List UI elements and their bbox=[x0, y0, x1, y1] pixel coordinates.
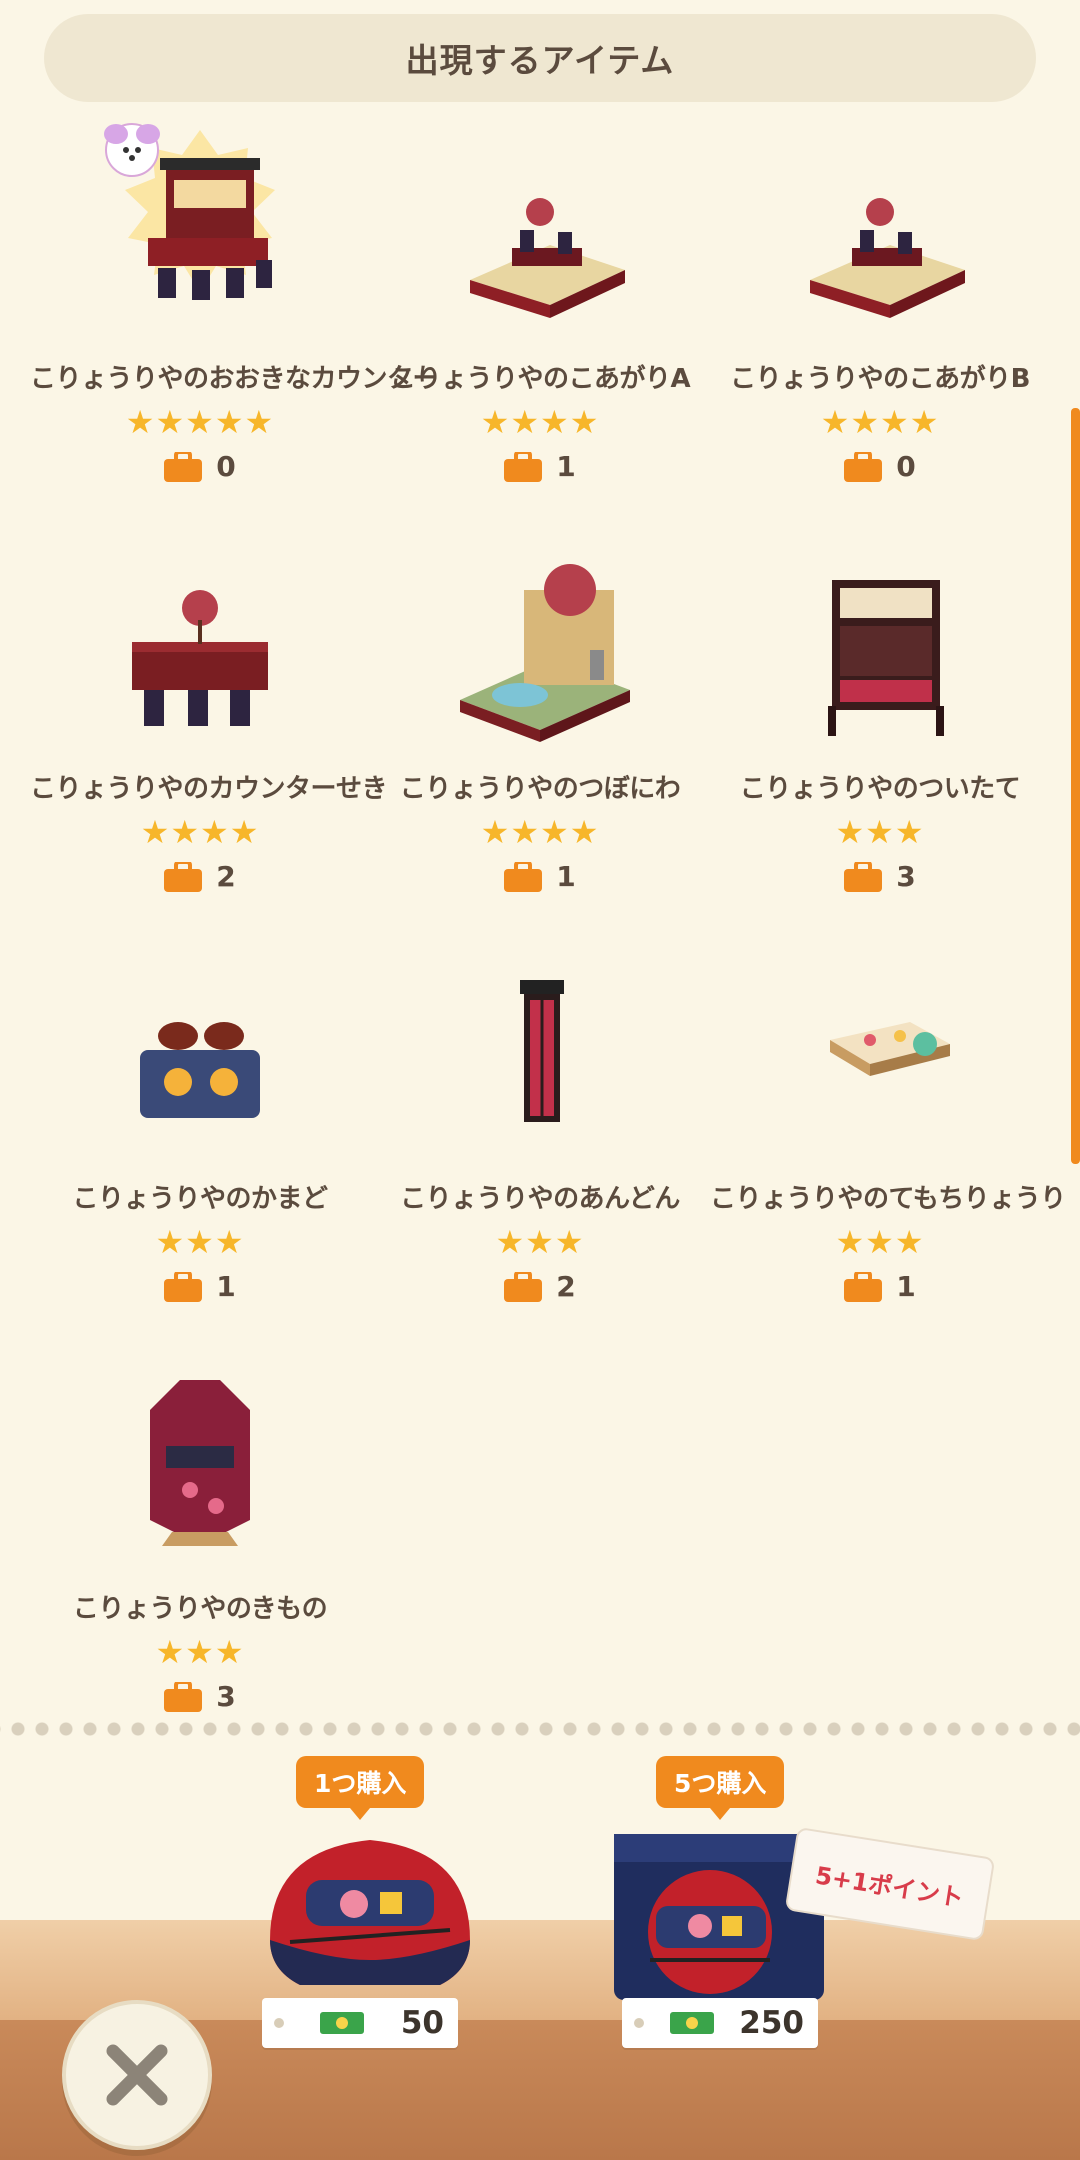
rating-stars: ★★★ bbox=[495, 1223, 585, 1261]
owned-count-value: 3 bbox=[896, 860, 916, 893]
bag-icon bbox=[844, 451, 883, 482]
owned-count-value: 1 bbox=[556, 860, 576, 893]
rating-stars: ★★★★ bbox=[480, 813, 600, 851]
owned-count: 2 bbox=[30, 860, 370, 893]
owned-count-value: 1 bbox=[556, 450, 576, 483]
raised-floor-icon bbox=[470, 198, 625, 318]
owned-count: 3 bbox=[710, 860, 1050, 893]
item-name: こりょうりやのおおきなカウンター bbox=[30, 364, 439, 394]
counter-seat-icon bbox=[132, 590, 268, 726]
leaf-ticket-icon bbox=[320, 2012, 365, 2034]
rating-stars: ★★★★ bbox=[140, 813, 260, 851]
bag-icon bbox=[164, 1681, 203, 1712]
bag-icon bbox=[844, 1271, 883, 1302]
stove-icon bbox=[140, 1022, 260, 1118]
courtyard-icon bbox=[460, 564, 630, 742]
owned-count: 2 bbox=[370, 1270, 710, 1303]
price-five: 250 bbox=[622, 1998, 818, 2048]
price-five-value: 250 bbox=[739, 2005, 804, 2041]
rating-stars: ★★★★ bbox=[820, 403, 940, 441]
rating-stars: ★★★★ bbox=[480, 403, 600, 441]
screen-icon bbox=[828, 580, 944, 736]
owned-count-value: 2 bbox=[556, 1270, 576, 1303]
price-dot bbox=[634, 2018, 644, 2028]
rating-stars: ★★★ bbox=[155, 1223, 245, 1261]
price-dot bbox=[274, 2018, 284, 2028]
owned-count: 3 bbox=[30, 1680, 370, 1713]
kimono-icon bbox=[150, 1380, 250, 1546]
lantern-icon bbox=[520, 980, 564, 1122]
rating-stars: ★★★ bbox=[835, 813, 925, 851]
item-name: こりょうりやのついたて bbox=[739, 774, 1021, 804]
list-item[interactable]: こりょうりやのつぼにわ ★★★★ 1 bbox=[370, 530, 710, 910]
list-item[interactable]: こりょうりやのカウンターせき ★★★★ 2 bbox=[30, 530, 388, 910]
item-name: こりょうりやのあんどん bbox=[400, 1184, 680, 1214]
item-name: こりょうりやのカウンターせき bbox=[30, 774, 388, 804]
big-counter-icon bbox=[104, 123, 275, 300]
bag-icon bbox=[844, 861, 883, 892]
owned-count-value: 3 bbox=[216, 1680, 236, 1713]
raised-floor-icon bbox=[810, 198, 965, 318]
item-name: こりょうりやのかまど bbox=[72, 1184, 328, 1214]
buy-five-label: 5つ購入 bbox=[656, 1756, 785, 1820]
list-item[interactable]: こりょうりやのおおきなカウンター ★★★★★ 0 bbox=[30, 120, 439, 500]
close-button[interactable] bbox=[62, 2000, 212, 2150]
owned-count: 0 bbox=[30, 450, 370, 483]
list-item[interactable]: こりょうりやのあんどん ★★★ 2 bbox=[370, 940, 710, 1320]
owned-count-value: 2 bbox=[216, 860, 236, 893]
list-item[interactable]: こりょうりやのこあがりB ★★★★ 0 bbox=[710, 120, 1050, 500]
owned-count: 1 bbox=[710, 1270, 1050, 1303]
item-name: こりょうりやのこあがりA bbox=[389, 364, 691, 394]
price-one-value: 50 bbox=[400, 2005, 444, 2041]
buy-one-label: 1つ購入 bbox=[296, 1756, 425, 1820]
list-item[interactable]: こりょうりやのついたて ★★★ 3 bbox=[710, 530, 1050, 910]
close-icon bbox=[106, 2044, 168, 2106]
item-name: こりょうりやのこあがりB bbox=[730, 364, 1030, 394]
bag-icon bbox=[164, 1271, 203, 1302]
item-name: こりょうりやのつぼにわ bbox=[399, 774, 681, 804]
list-item[interactable]: こりょうりやのてもちりょうり ★★★ 1 bbox=[710, 940, 1066, 1320]
bag-icon bbox=[164, 861, 203, 892]
list-item[interactable]: こりょうりやのかまど ★★★ 1 bbox=[30, 940, 370, 1320]
list-item[interactable]: こりょうりやのこあがりA ★★★★ 1 bbox=[370, 120, 710, 500]
rating-stars: ★★★ bbox=[155, 1633, 245, 1671]
leaf-ticket-icon bbox=[669, 2012, 714, 2034]
bag-icon bbox=[504, 1271, 543, 1302]
item-name: こりょうりやのきもの bbox=[72, 1594, 328, 1624]
owned-count: 1 bbox=[30, 1270, 370, 1303]
owned-count-value: 1 bbox=[896, 1270, 916, 1303]
owned-count: 1 bbox=[370, 450, 710, 483]
divider bbox=[0, 1722, 1080, 1736]
rating-stars: ★★★★★ bbox=[125, 403, 275, 441]
owned-count: 1 bbox=[370, 860, 710, 893]
owned-count-value: 0 bbox=[216, 450, 236, 483]
price-one: 50 bbox=[262, 1998, 458, 2048]
rating-stars: ★★★ bbox=[835, 1223, 925, 1261]
list-item[interactable]: こりょうりやのきもの ★★★ 3 bbox=[30, 1350, 370, 1730]
item-name: こりょうりやのてもちりょうり bbox=[710, 1184, 1066, 1214]
buy-one-button[interactable] bbox=[250, 1820, 490, 2010]
bento-icon bbox=[830, 1022, 950, 1076]
bag-icon bbox=[164, 451, 203, 482]
bag-icon bbox=[504, 861, 543, 892]
owned-count-value: 0 bbox=[896, 450, 916, 483]
owned-count-value: 1 bbox=[216, 1270, 236, 1303]
page-title: 出現するアイテム bbox=[44, 14, 1036, 102]
owned-count: 0 bbox=[710, 450, 1050, 483]
bag-icon bbox=[504, 451, 543, 482]
scrollbar[interactable] bbox=[1071, 408, 1080, 1164]
